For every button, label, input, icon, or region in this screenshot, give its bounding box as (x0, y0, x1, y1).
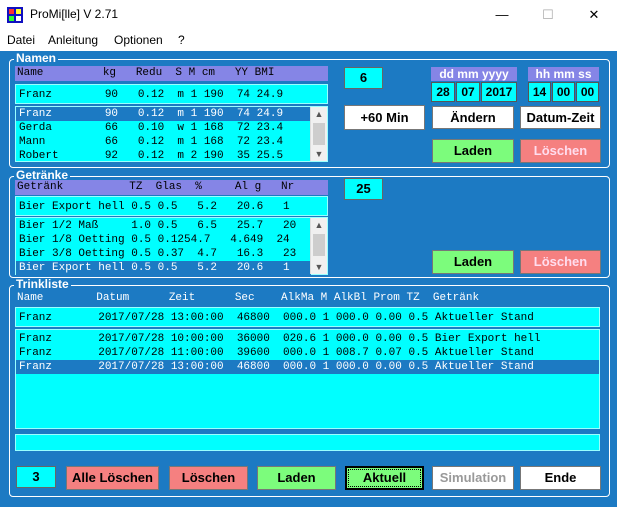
menu-anleitung[interactable]: Anleitung (48, 33, 98, 47)
loeschen-button[interactable]: Löschen (169, 466, 248, 490)
scroll-thumb[interactable] (313, 123, 325, 145)
list-item[interactable]: Franz 2017/07/28 11:00:00 39600 000.0 1 … (16, 346, 599, 360)
simulation-button[interactable]: Simulation (432, 466, 514, 490)
trinkliste-list[interactable]: Franz 2017/07/28 10:00:00 36000 020.6 1 … (15, 329, 600, 429)
month-field[interactable]: 07 (456, 82, 480, 102)
trinkliste-header: Name Datum Zeit Sec AlkMa M AlkBl Prom T… (17, 292, 480, 304)
window-title: ProMi[lle] V 2.71 (30, 7, 119, 21)
list-item[interactable]: Gerda 66 0.10 w 1 168 72 23.4 (16, 121, 311, 135)
datum-zeit-button[interactable]: Datum-Zeit (520, 106, 601, 129)
trinkliste-count: 3 (16, 466, 56, 488)
namen-current: Franz 90 0.12 m 1 190 74 24.9 (15, 84, 328, 104)
namen-title: Namen (14, 51, 59, 65)
year-field[interactable]: 2017 (481, 82, 517, 102)
namen-list[interactable]: Franz 90 0.12 m 1 190 74 24.9 Gerda 66 0.… (15, 106, 328, 162)
namen-header: Name kg Redu S M cm YY BMI (15, 66, 328, 81)
alle-loeschen-button[interactable]: Alle Löschen (66, 466, 159, 490)
plus60-button[interactable]: +60 Min (344, 105, 425, 130)
namen-count: 6 (344, 67, 383, 89)
getraenke-loeschen-button[interactable]: Löschen (520, 250, 601, 274)
menu-datei[interactable]: Datei (7, 33, 35, 47)
menu-optionen[interactable]: Optionen (114, 33, 163, 47)
minimize-button[interactable]: — (479, 0, 525, 30)
date-label: dd mm yyyy (431, 67, 517, 81)
laden-button[interactable]: Laden (257, 466, 336, 490)
scroll-thumb[interactable] (313, 234, 325, 256)
namen-scrollbar[interactable]: ▲ ▼ (310, 107, 327, 161)
list-item[interactable]: Bier 3/8 Oetting 0.5 0.37 4.7 16.3 23 (16, 247, 311, 261)
maximize-button[interactable]: ☐ (525, 0, 571, 30)
close-button[interactable]: ✕ (571, 0, 617, 30)
scroll-up-icon[interactable]: ▲ (311, 218, 327, 232)
list-item[interactable]: Bier 1/2 Maß 1.0 0.5 6.5 25.7 20 (16, 219, 311, 233)
list-item[interactable]: Bier 1/8 Oetting 0.5 0.1254.7 4.649 24 (16, 233, 311, 247)
list-item[interactable]: Franz 2017/07/28 10:00:00 36000 020.6 1 … (16, 332, 599, 346)
aktuell-button[interactable]: Aktuell (345, 466, 424, 490)
list-item[interactable]: Franz 90 0.12 m 1 190 74 24.9 (16, 107, 311, 121)
list-item[interactable]: Robert 92 0.12 m 2 190 35 25.5 (16, 149, 311, 163)
ende-button[interactable]: Ende (520, 466, 601, 490)
getraenke-header: Getränk TZ Glas % Al g Nr (15, 180, 328, 195)
second-field[interactable]: 00 (576, 82, 599, 102)
getraenke-list[interactable]: Bier 1/2 Maß 1.0 0.5 6.5 25.7 20 Bier 1/8… (15, 217, 328, 275)
trinkliste-current: Franz 2017/07/28 13:00:00 46800 000.0 1 … (15, 307, 600, 327)
getraenke-scrollbar[interactable]: ▲ ▼ (310, 218, 327, 274)
trinkliste-status (15, 434, 600, 451)
getraenke-current: Bier Export hell 0.5 0.5 5.2 20.6 1 (15, 196, 328, 216)
hour-field[interactable]: 14 (528, 82, 551, 102)
app-icon (7, 7, 23, 23)
minute-field[interactable]: 00 (552, 82, 575, 102)
trinkliste-title: Trinkliste (14, 277, 71, 291)
scroll-down-icon[interactable]: ▼ (311, 147, 327, 161)
time-label: hh mm ss (528, 67, 599, 81)
namen-loeschen-button[interactable]: Löschen (520, 139, 601, 163)
scroll-down-icon[interactable]: ▼ (311, 260, 327, 274)
list-item[interactable]: Franz 2017/07/28 13:00:00 46800 000.0 1 … (16, 360, 599, 374)
menu-help[interactable]: ? (178, 33, 185, 47)
namen-laden-button[interactable]: Laden (432, 139, 514, 163)
getraenke-count: 25 (344, 178, 383, 200)
list-item[interactable]: Mann 66 0.12 m 1 168 72 23.4 (16, 135, 311, 149)
aendern-button[interactable]: Ändern (432, 106, 514, 129)
getraenke-laden-button[interactable]: Laden (432, 250, 514, 274)
scroll-up-icon[interactable]: ▲ (311, 107, 327, 121)
day-field[interactable]: 28 (431, 82, 455, 102)
list-item[interactable]: Bier Export hell 0.5 0.5 5.2 20.6 1 (16, 261, 311, 275)
